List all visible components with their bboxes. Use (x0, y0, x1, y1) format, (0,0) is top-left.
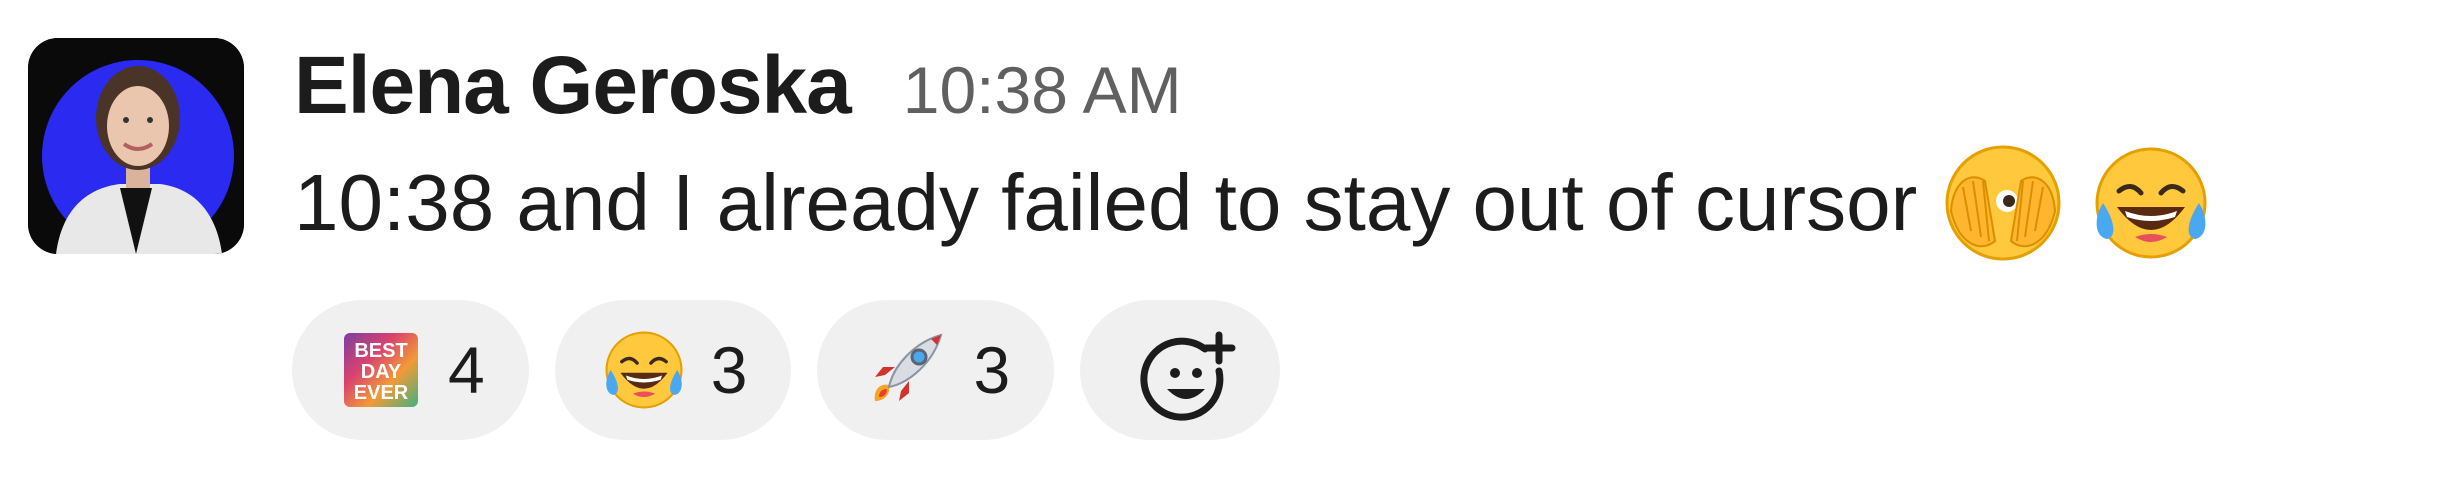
message-body: 10:38 and I already failed to stay out o… (294, 138, 2440, 268)
best-day-ever-line-2: DAY (361, 361, 402, 383)
rocket-icon (863, 327, 949, 413)
author-name[interactable]: Elena Geroska (294, 38, 852, 134)
reaction-count: 4 (448, 333, 485, 407)
add-reaction-button[interactable] (1080, 300, 1281, 440)
message-text: 10:38 and I already failed to stay out o… (294, 158, 1918, 247)
reaction-count: 3 (973, 333, 1011, 407)
message-header: Elena Geroska 10:38 AM (294, 38, 2440, 134)
reaction-rocket[interactable]: 3 (817, 300, 1055, 440)
best-day-ever-line-3: EVER (354, 382, 409, 404)
message-content: Elena Geroska 10:38 AM 10:38 and I alrea… (292, 38, 2440, 440)
reactions-bar: BEST DAY EVER 4 3 3 (292, 300, 1281, 440)
best-day-ever-line-1: BEST (354, 340, 407, 362)
face-with-open-eyes-and-hand-over-mouth-icon (1941, 141, 2065, 265)
best-day-ever-icon: BEST DAY EVER (338, 327, 424, 413)
reaction-count: 3 (710, 333, 748, 407)
face-with-tears-of-joy-icon (2089, 141, 2213, 265)
message-timestamp[interactable]: 10:38 AM (903, 42, 1182, 138)
reaction-best-day-ever[interactable]: BEST DAY EVER 4 (292, 300, 529, 440)
face-with-tears-of-joy-icon (601, 327, 687, 413)
add-reaction-icon (1137, 327, 1236, 421)
avatar-photo (28, 38, 244, 254)
message-container: Elena Geroska 10:38 AM 10:38 and I alrea… (0, 0, 2440, 478)
reaction-tears-of-joy[interactable]: 3 (554, 300, 792, 440)
avatar[interactable] (28, 38, 244, 254)
